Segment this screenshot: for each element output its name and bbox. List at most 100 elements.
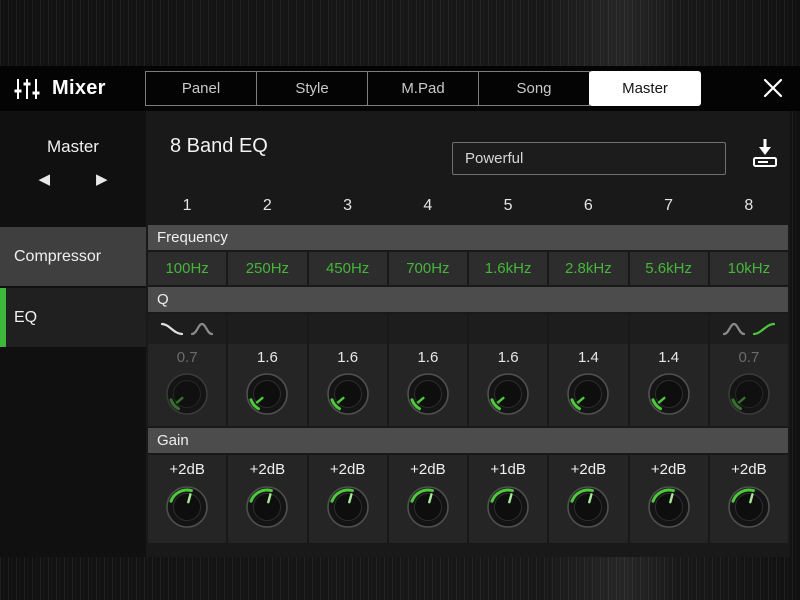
frequency-value-band-3[interactable]: 450Hz [308, 252, 387, 285]
gain-value: +2dB [731, 461, 767, 478]
app-title: Mixer [52, 77, 106, 99]
filter-mode-switch [308, 314, 387, 344]
high-shelf-curve-icon[interactable] [752, 320, 776, 338]
low-shelf-curve-icon[interactable] [160, 320, 184, 338]
page-title: 8 Band EQ [170, 135, 268, 157]
screen: Mixer Panel Style M.Pad Song Master Mast… [0, 0, 800, 600]
q-value: 0.7 [738, 349, 760, 366]
gain-value: +2dB [249, 461, 286, 478]
gain-value: +2dB [650, 461, 687, 478]
gain-knob[interactable] [406, 485, 450, 529]
close-x-icon [762, 78, 784, 102]
gain-band-4: +2dB [388, 455, 467, 543]
sidebar-group-label: Master [47, 137, 99, 156]
frequency-value-band-6[interactable]: 2.8kHz [549, 252, 628, 285]
gain-knob[interactable] [165, 485, 209, 529]
filter-mode-switch [629, 314, 708, 344]
band-number: 7 [664, 197, 674, 214]
peak-curve-icon[interactable] [190, 320, 214, 338]
tab-master[interactable]: Master [589, 71, 701, 106]
gain-band-3: +2dB [308, 455, 387, 543]
q-band-5: 1.6 [469, 314, 548, 426]
content-area: Master ◀ ▶ Compressor EQ 8 Band EQ Power… [0, 111, 790, 557]
frequency-value-band-1[interactable]: 100Hz [148, 252, 227, 285]
tab-bar: Panel Style M.Pad Song Master [145, 71, 701, 106]
band-number: 5 [503, 197, 513, 214]
q-band-3: 1.6 [308, 314, 387, 426]
q-knob[interactable] [165, 372, 209, 416]
preset-selector[interactable]: Powerful [452, 142, 726, 175]
tab-song[interactable]: Song [478, 71, 590, 106]
gain-value: +2dB [410, 461, 446, 478]
q-knob[interactable] [406, 372, 450, 416]
section-label: Q [157, 291, 169, 308]
q-section-header: Q [148, 287, 788, 312]
q-knob[interactable] [727, 372, 771, 416]
q-value: 1.4 [658, 349, 680, 366]
section-label: Frequency [157, 229, 228, 246]
frequency-value-band-4[interactable]: 700Hz [388, 252, 467, 285]
q-knob[interactable] [245, 372, 289, 416]
band-number: 1 [182, 197, 192, 214]
gain-knob[interactable] [566, 485, 610, 529]
q-knob[interactable] [486, 372, 530, 416]
band-number-row: 1 2 3 4 5 6 7 8 [148, 193, 788, 219]
gain-knob[interactable] [647, 485, 691, 529]
peak-curve-icon[interactable] [722, 320, 746, 338]
gain-value: +2dB [329, 461, 366, 478]
band-number: 3 [343, 197, 353, 214]
q-knob[interactable] [326, 372, 370, 416]
q-band-7: 1.4 [629, 314, 708, 426]
frequency-value-band-8[interactable]: 10kHz [709, 252, 788, 285]
next-arrow-button[interactable]: ▶ [96, 172, 108, 187]
gain-knob[interactable] [245, 485, 289, 529]
prev-arrow-button[interactable]: ◀ [38, 172, 50, 187]
frequency-value-band-5[interactable]: 1.6kHz [469, 252, 548, 285]
q-band-6: 1.4 [549, 314, 628, 426]
gain-band-7: +2dB [629, 455, 708, 543]
q-band-4: 1.6 [388, 314, 467, 426]
gain-band-6: +2dB [549, 455, 628, 543]
filter-mode-switch [469, 314, 548, 344]
gain-row: +2dB +2dB +2dB +2dB +1dB +2dB +2dB +2dB [148, 455, 788, 543]
q-band-2: 1.6 [228, 314, 307, 426]
q-band-8: 0.7 [709, 314, 788, 426]
save-button[interactable] [748, 137, 782, 172]
q-value: 1.6 [417, 349, 439, 366]
gain-band-8: +2dB [709, 455, 788, 543]
gain-section-header: Gain [148, 428, 788, 453]
gain-band-5: +1dB [469, 455, 548, 543]
tab-mpad[interactable]: M.Pad [367, 71, 479, 106]
q-value: 1.6 [256, 349, 278, 366]
q-band-1: 0.7 [148, 314, 227, 426]
sidebar-item-eq[interactable]: EQ [0, 288, 146, 347]
gain-knob[interactable] [326, 485, 370, 529]
save-download-icon [748, 139, 782, 172]
filter-mode-switch [228, 314, 307, 344]
band-number: 6 [583, 197, 593, 214]
q-value: 1.4 [577, 349, 599, 366]
sidebar: Master ◀ ▶ Compressor EQ [0, 111, 146, 557]
band-number: 4 [423, 197, 433, 214]
band-number: 8 [744, 197, 754, 214]
q-value: 0.7 [176, 349, 198, 366]
gain-value: +2dB [570, 461, 607, 478]
gain-knob[interactable] [486, 485, 530, 529]
close-button[interactable] [762, 77, 784, 102]
tab-panel[interactable]: Panel [145, 71, 257, 106]
sidebar-item-compressor[interactable]: Compressor [0, 227, 146, 286]
eq-panel: 8 Band EQ Powerful 1 2 3 4 5 6 7 8 Frequ… [146, 111, 790, 557]
gain-band-2: +2dB [228, 455, 307, 543]
q-knob[interactable] [647, 372, 691, 416]
frequency-value-band-2[interactable]: 250Hz [228, 252, 307, 285]
filter-mode-switch [709, 314, 788, 344]
band-number: 2 [262, 197, 272, 214]
frequency-value-band-7[interactable]: 5.6kHz [629, 252, 708, 285]
q-knob[interactable] [566, 372, 610, 416]
gain-knob[interactable] [727, 485, 771, 529]
tab-style[interactable]: Style [256, 71, 368, 106]
filter-mode-switch [388, 314, 467, 344]
section-label: Gain [157, 432, 189, 449]
title-bar: Mixer Panel Style M.Pad Song Master [0, 66, 800, 111]
gain-value: +2dB [169, 461, 205, 478]
